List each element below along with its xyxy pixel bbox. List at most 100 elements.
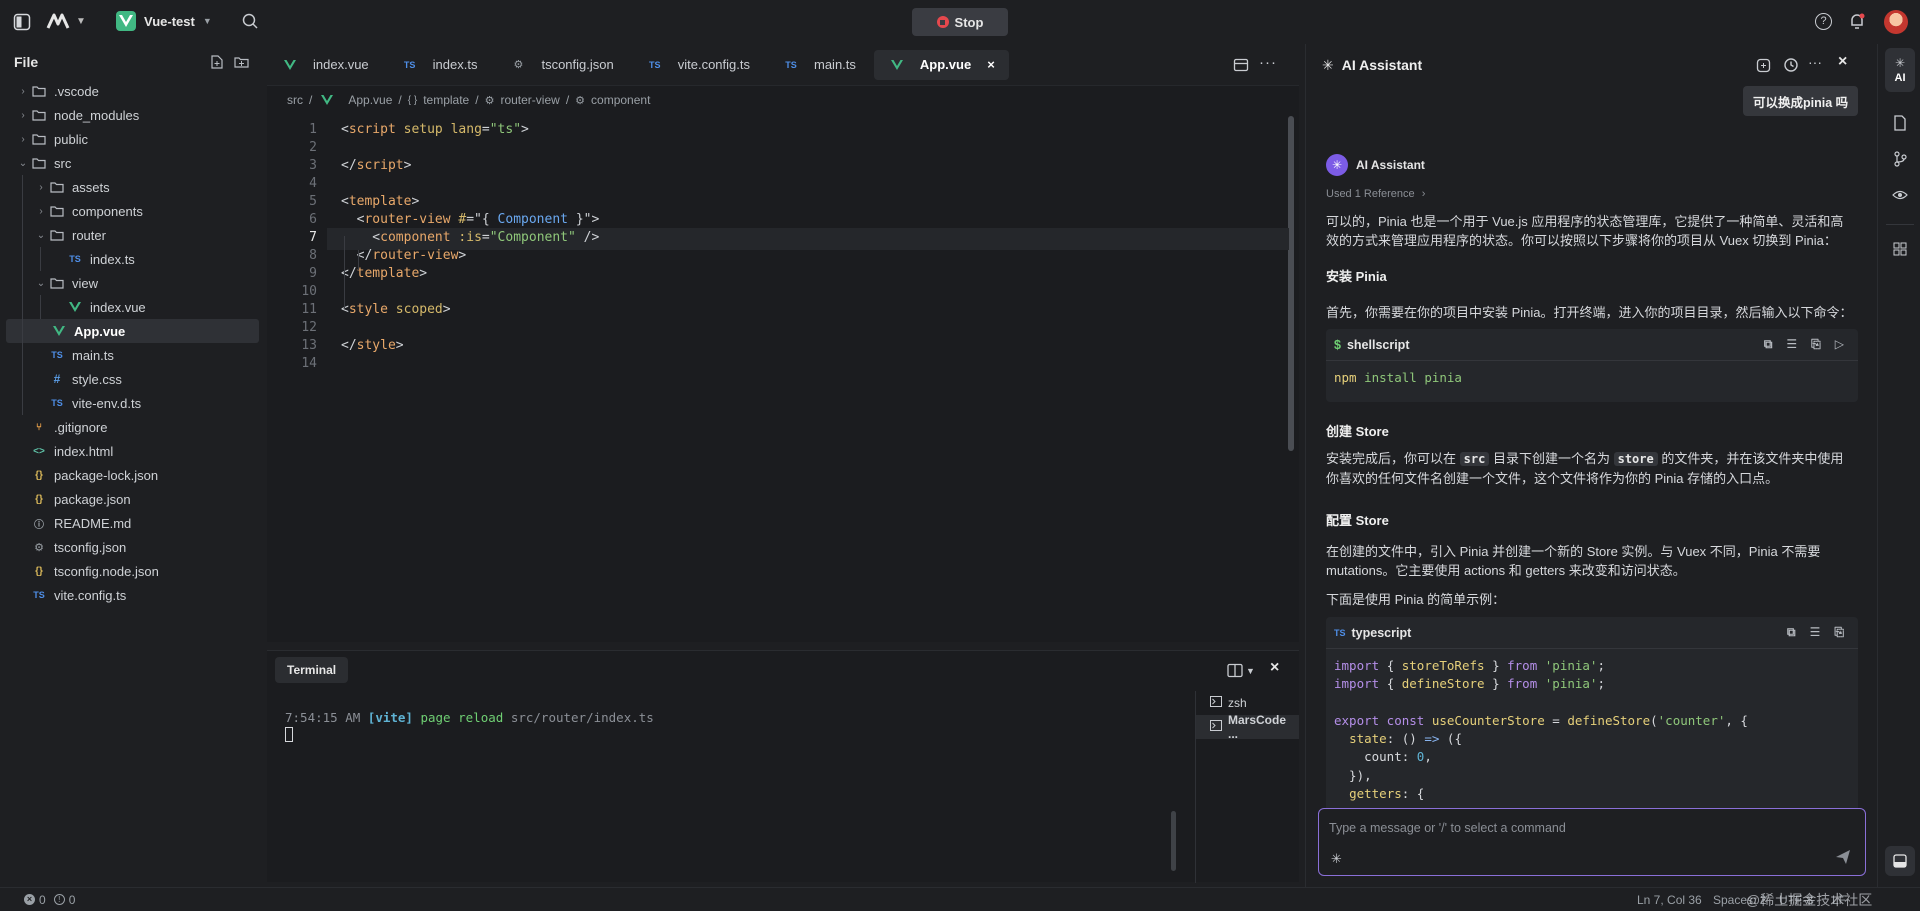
- file-row[interactable]: TS main.ts: [0, 343, 265, 367]
- editor-tab[interactable]: TS index.ts: [387, 50, 492, 80]
- cursor-position[interactable]: Ln 7, Col 36: [1637, 893, 1702, 907]
- file-row[interactable]: index.vue: [0, 295, 265, 319]
- breadcrumb-item[interactable]: src: [287, 93, 303, 107]
- editor-tab[interactable]: TS main.ts: [768, 50, 870, 80]
- breadcrumb-item[interactable]: template: [423, 93, 469, 107]
- user-avatar[interactable]: [1884, 10, 1908, 34]
- folder-row[interactable]: › assets: [0, 175, 265, 199]
- code-content[interactable]: 1 <script setup lang="ts"> 2 3 </script> 4 5 <t…: [267, 114, 1299, 634]
- chevron-down-icon: ⌄: [36, 277, 46, 289]
- file-row[interactable]: ⓘ README.md: [0, 511, 265, 535]
- ts-code-line: import { defineStore } from 'pinia';: [1334, 675, 1850, 693]
- inline-code: src: [1459, 452, 1490, 466]
- more-icon[interactable]: ···: [1259, 54, 1277, 71]
- folder-row[interactable]: › .vscode: [0, 79, 265, 103]
- preview-eye-icon[interactable]: [1885, 180, 1915, 210]
- split-editor-icon[interactable]: [1233, 57, 1249, 76]
- folder-row[interactable]: › node_modules: [0, 103, 265, 127]
- project-switcher[interactable]: Vue-test ▼: [116, 11, 212, 31]
- new-file-icon[interactable]: ⎘: [1834, 625, 1844, 640]
- file-row[interactable]: <> index.html: [0, 439, 265, 463]
- folder-row[interactable]: ⌄ router: [0, 223, 265, 247]
- new-folder-icon[interactable]: [234, 55, 249, 72]
- file-row[interactable]: ⑂ .gitignore: [0, 415, 265, 439]
- folder-row[interactable]: ⌄ view: [0, 271, 265, 295]
- git-branch-icon[interactable]: [1885, 144, 1915, 174]
- folder-row[interactable]: ⌄ src: [0, 151, 265, 175]
- toggle-sidebar-icon[interactable]: [11, 11, 33, 33]
- editor-tab[interactable]: index.vue: [267, 50, 383, 80]
- folder-row[interactable]: › public: [0, 127, 265, 151]
- ts-icon: TS: [1334, 627, 1346, 638]
- file-label: src: [54, 155, 72, 171]
- chat-input-box[interactable]: Type a message or '/' to select a comman…: [1318, 808, 1866, 876]
- tab-terminal[interactable]: Terminal: [275, 657, 349, 683]
- new-file-icon[interactable]: ⎘: [1811, 337, 1821, 352]
- indent-guide: [344, 236, 345, 308]
- top-bar: ▼ Vue-test ▼ Stop ?: [0, 0, 1920, 44]
- file-row[interactable]: {} package.json: [0, 487, 265, 511]
- stop-label: Stop: [954, 14, 984, 30]
- file-row[interactable]: {} package-lock.json: [0, 463, 265, 487]
- sparkle-icon[interactable]: ✳: [1331, 851, 1342, 867]
- close-terminal-icon[interactable]: ×: [1270, 659, 1279, 677]
- breadcrumb-item[interactable]: router-view: [500, 93, 559, 107]
- document-icon[interactable]: [1885, 108, 1915, 138]
- editor-scrollbar[interactable]: [1288, 116, 1294, 451]
- json-icon: {}: [35, 493, 43, 505]
- file-row[interactable]: TS vite.config.ts: [0, 583, 265, 607]
- file-row[interactable]: TS vite-env.d.ts: [0, 391, 265, 415]
- send-icon[interactable]: [1835, 849, 1851, 868]
- file-label: vite.config.ts: [54, 587, 127, 603]
- new-chat-icon[interactable]: [1756, 58, 1771, 76]
- new-file-icon[interactable]: [210, 55, 224, 72]
- assistant-p1: 可以的，Pinia 也是一个用于 Vue.js 应用程序的状态管理库，它提供了一…: [1326, 214, 1844, 248]
- search-icon[interactable]: [242, 13, 258, 32]
- terminal-split-icon[interactable]: ▼: [1227, 663, 1255, 678]
- terminal-session[interactable]: MarsCode ...: [1196, 713, 1299, 741]
- stop-button[interactable]: Stop: [912, 8, 1008, 36]
- help-icon[interactable]: ?: [1815, 13, 1832, 30]
- breadcrumb-item[interactable]: component: [591, 93, 650, 107]
- run-icon[interactable]: ▷: [1835, 337, 1844, 352]
- history-icon[interactable]: [1783, 57, 1799, 76]
- file-row[interactable]: TS index.ts: [0, 247, 265, 271]
- problems-indicator[interactable]: × 0 ! 0: [24, 893, 75, 907]
- close-panel-icon[interactable]: ×: [1838, 53, 1847, 71]
- breadcrumb-item[interactable]: App.vue: [348, 93, 392, 107]
- chat-input[interactable]: Type a message or '/' to select a comman…: [1329, 821, 1566, 835]
- file-row[interactable]: {} tsconfig.node.json: [0, 559, 265, 583]
- file-row[interactable]: # style.css: [0, 367, 265, 391]
- error-icon: ×: [24, 894, 35, 905]
- editor-tab[interactable]: App.vue ×: [873, 49, 1009, 80]
- insert-icon[interactable]: ☰: [1786, 337, 1797, 352]
- code-lang: shellscript: [1346, 337, 1410, 352]
- notification-bell-icon[interactable]: [1848, 12, 1866, 33]
- file-row[interactable]: App.vue: [6, 319, 259, 343]
- code-token: state: [1349, 731, 1387, 747]
- code-token: }),: [1334, 767, 1372, 783]
- close-tab-icon[interactable]: ×: [987, 57, 995, 72]
- terminal-session[interactable]: zsh: [1196, 691, 1299, 715]
- code-token: 'counter': [1657, 712, 1726, 728]
- ai-rail-button[interactable]: ✳ AI: [1885, 48, 1915, 92]
- terminal-cursor[interactable]: [285, 727, 293, 742]
- copy-icon[interactable]: ⧉: [1764, 337, 1773, 352]
- insert-icon[interactable]: ☰: [1810, 625, 1821, 640]
- reference-toggle[interactable]: Used 1 Reference ›: [1326, 188, 1425, 200]
- code-line: <style scoped>: [341, 302, 451, 317]
- extensions-grid-icon[interactable]: [1885, 234, 1915, 264]
- folder-icon: [30, 133, 48, 145]
- chevron-down-icon: ▼: [1246, 665, 1255, 676]
- editor-tab[interactable]: ⚙ tsconfig.json: [495, 50, 627, 80]
- editor-tab[interactable]: TS vite.config.ts: [632, 50, 764, 80]
- file-row[interactable]: ⚙ tsconfig.json: [0, 535, 265, 559]
- folder-icon: [30, 85, 48, 97]
- panel-toggle-icon[interactable]: [1885, 846, 1915, 876]
- folder-row[interactable]: › components: [0, 199, 265, 223]
- copy-icon[interactable]: ⧉: [1787, 625, 1796, 640]
- marscode-logo-icon[interactable]: ▼: [46, 12, 86, 30]
- terminal-scrollbar[interactable]: [1171, 811, 1176, 871]
- more-icon[interactable]: ···: [1808, 54, 1822, 70]
